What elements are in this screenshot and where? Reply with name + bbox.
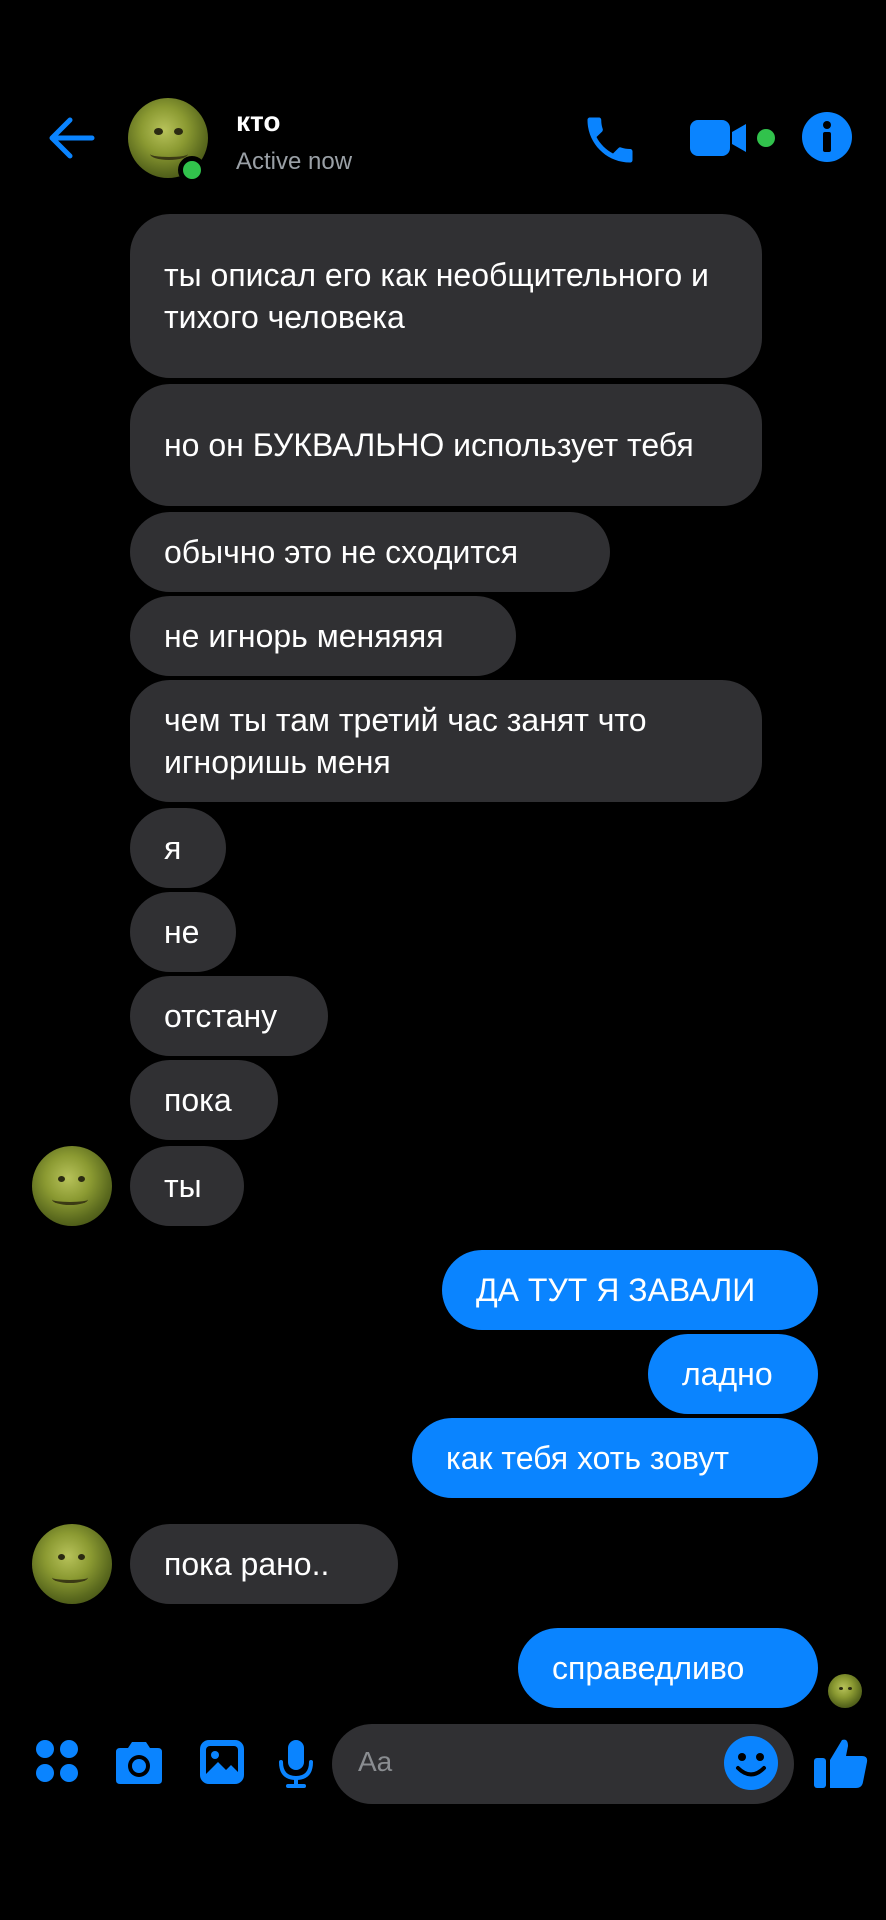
message-composer: Aa	[0, 1716, 886, 1816]
online-indicator	[178, 156, 206, 184]
incoming-message[interactable]: я	[130, 808, 226, 888]
sender-avatar[interactable]	[32, 1146, 112, 1226]
emoji-icon[interactable]	[722, 1734, 780, 1792]
outgoing-message[interactable]: как тебя хоть зовут	[412, 1418, 818, 1498]
incoming-message[interactable]: не игнорь меняяяя	[130, 596, 516, 676]
incoming-message[interactable]: ты описал его как необщительного и тихог…	[130, 214, 762, 378]
incoming-message[interactable]: но он БУКВАЛЬНО использует тебя	[130, 384, 762, 506]
incoming-message[interactable]: пока	[130, 1060, 278, 1140]
camera-icon[interactable]	[112, 1738, 166, 1788]
phone-icon[interactable]	[580, 110, 640, 170]
contact-status: Active now	[236, 148, 353, 175]
incoming-message[interactable]: чем ты там третий час занят что игноришь…	[130, 680, 762, 802]
sender-avatar[interactable]	[32, 1524, 112, 1604]
gallery-icon[interactable]	[198, 1738, 246, 1786]
back-arrow-icon[interactable]	[44, 110, 100, 166]
apps-icon[interactable]	[34, 1738, 80, 1784]
read-receipt-avatar	[828, 1674, 862, 1708]
chat-header: кто Active now	[0, 90, 886, 190]
incoming-message[interactable]: обычно это не сходится	[130, 512, 610, 592]
outgoing-message[interactable]: справедливо	[518, 1628, 818, 1708]
microphone-icon[interactable]	[276, 1738, 316, 1790]
outgoing-message[interactable]: ДА ТУТ Я ЗАВАЛИ	[442, 1250, 818, 1330]
contact-name[interactable]: кто	[236, 106, 280, 138]
incoming-message[interactable]: ты	[130, 1146, 244, 1226]
outgoing-message[interactable]: ладно	[648, 1334, 818, 1414]
incoming-message[interactable]: отстану	[130, 976, 328, 1056]
video-camera-icon[interactable]	[688, 116, 782, 162]
incoming-message[interactable]: пока рано..	[130, 1524, 398, 1604]
incoming-message[interactable]: не	[130, 892, 236, 972]
info-icon[interactable]	[800, 110, 854, 164]
thumbs-up-icon[interactable]	[812, 1734, 870, 1792]
message-input-placeholder: Aa	[358, 1746, 393, 1777]
